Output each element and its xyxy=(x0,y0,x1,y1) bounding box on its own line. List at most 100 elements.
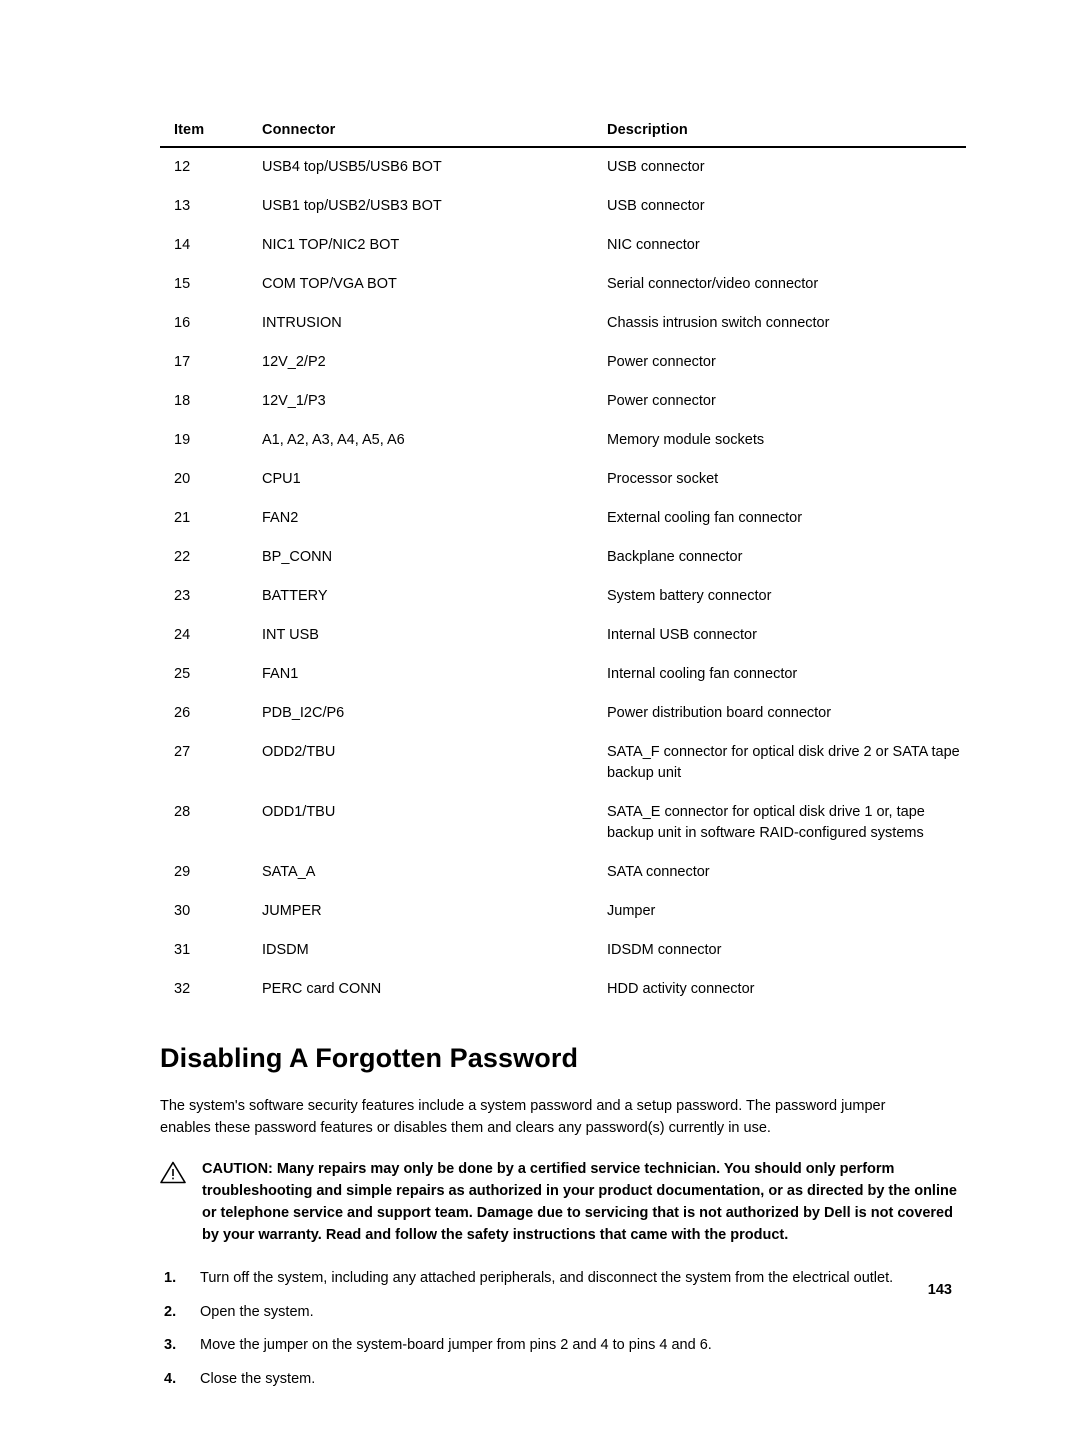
cell-connector: FAN2 xyxy=(262,510,299,527)
table-row: 32 PERC card CONN HDD activity connector xyxy=(160,970,966,1009)
cell-description: Serial connector/video connector xyxy=(607,276,819,293)
step-text: Open the system. xyxy=(200,1303,314,1320)
table-row: 30 JUMPER Jumper xyxy=(160,892,966,931)
cell-item: 15 xyxy=(174,276,191,293)
procedure-steps: 1. Turn off the system, including any att… xyxy=(160,1268,952,1391)
table-row: 31 IDSDM IDSDM connector xyxy=(160,931,966,970)
cell-item: 21 xyxy=(174,510,191,527)
cell-description: HDD activity connector xyxy=(607,981,755,998)
cell-connector: USB1 top/USB2/USB3 BOT xyxy=(262,198,442,215)
table-row: 25 FAN1 Internal cooling fan connector xyxy=(160,655,966,694)
cell-connector: ODD2/TBU xyxy=(262,744,336,761)
cell-connector: SATA_A xyxy=(262,864,316,881)
table-row: 19 A1, A2, A3, A4, A5, A6 Memory module so… xyxy=(160,421,966,460)
page-content: Item Connector Description 12 USB4 top/US… xyxy=(160,118,966,1403)
cell-connector: NIC1 TOP/NIC2 BOT xyxy=(262,237,400,254)
cell-item: 17 xyxy=(174,354,191,371)
cell-connector: PERC card CONN xyxy=(262,981,382,998)
cell-item: 14 xyxy=(174,237,191,254)
cell-item: 32 xyxy=(174,981,191,998)
cell-connector: IDSDM xyxy=(262,942,309,959)
cell-description: Backplane connector xyxy=(607,549,743,566)
table-row: 16 INTRUSION Chassis intrusion switch conn… xyxy=(160,304,966,343)
cell-connector: JUMPER xyxy=(262,903,322,920)
cell-item: 25 xyxy=(174,666,191,683)
cell-item: 30 xyxy=(174,903,191,920)
table-row: 29 SATA_A SATA connector xyxy=(160,853,966,892)
cell-connector: INTRUSION xyxy=(262,315,342,332)
table-row: 12 USB4 top/USB5/USB6 BOT USB connector xyxy=(160,147,966,187)
cell-item: 27 xyxy=(174,744,191,761)
cell-description: Jumper xyxy=(607,903,656,920)
cell-item: 29 xyxy=(174,864,191,881)
cell-description: Chassis intrusion switch connector xyxy=(607,315,830,332)
cell-item: 23 xyxy=(174,588,191,605)
cell-item: 18 xyxy=(174,393,191,410)
table-row: 27 ODD2/TBU SATA_F connector for optical d… xyxy=(160,733,966,793)
step-item: 3. Move the jumper on the system-board ju… xyxy=(160,1335,952,1357)
cell-item: 22 xyxy=(174,549,191,566)
cell-description: Processor socket xyxy=(607,471,719,488)
step-number: 3. xyxy=(164,1337,177,1354)
connector-table: Item Connector Description 12 USB4 top/US… xyxy=(160,118,966,1009)
table-row: 23 BATTERY System battery connector xyxy=(160,577,966,616)
cell-description: USB connector xyxy=(607,198,705,215)
cell-item: 24 xyxy=(174,627,191,644)
cell-connector: 12V_1/P3 xyxy=(262,393,326,410)
cell-item: 28 xyxy=(174,804,191,821)
step-item: 1. Turn off the system, including any att… xyxy=(160,1268,952,1290)
document-page: Item Connector Description 12 USB4 top/US… xyxy=(0,0,1080,1434)
cell-connector: ODD1/TBU xyxy=(262,804,336,821)
caution-block: CAUTION: Many repairs may only be done b… xyxy=(160,1158,962,1246)
cell-description: SATA_E connector for optical disk drive … xyxy=(607,804,925,842)
column-header-description: Description xyxy=(607,118,966,148)
cell-description: SATA connector xyxy=(607,864,710,881)
table-header-row: Item Connector Description xyxy=(160,118,966,148)
step-item: 4. Close the system. xyxy=(160,1369,952,1391)
cell-description: NIC connector xyxy=(607,237,700,254)
cell-description: Power connector xyxy=(607,393,716,410)
table-row: 28 ODD1/TBU SATA_E connector for optical d… xyxy=(160,793,966,853)
cell-item: 26 xyxy=(174,705,191,722)
column-header-item: Item xyxy=(160,118,262,148)
cell-connector: A1, A2, A3, A4, A5, A6 xyxy=(262,432,405,449)
table-row: 22 BP_CONN Backplane connector xyxy=(160,538,966,577)
page-number: 143 xyxy=(927,1282,952,1298)
warning-triangle-icon xyxy=(160,1161,186,1184)
table-row: 21 FAN2 External cooling fan connector xyxy=(160,499,966,538)
cell-description: Internal cooling fan connector xyxy=(607,666,798,683)
step-number: 1. xyxy=(164,1269,177,1286)
table-header: Item Connector Description xyxy=(160,118,966,148)
cell-item: 12 xyxy=(174,159,191,175)
cell-item: 13 xyxy=(174,198,191,215)
cell-connector: 12V_2/P2 xyxy=(262,354,326,371)
step-text: Turn off the system, including any attac… xyxy=(200,1269,894,1286)
page-title: Disabling A Forgotten Password xyxy=(160,1043,579,1074)
cell-connector: CPU1 xyxy=(262,471,301,488)
cell-connector: COM TOP/VGA BOT xyxy=(262,276,397,293)
cell-description: Internal USB connector xyxy=(607,627,757,644)
cell-description: Power distribution board connector xyxy=(607,705,832,722)
cell-connector: BP_CONN xyxy=(262,549,333,566)
cell-item: 31 xyxy=(174,942,191,959)
table-row: 13 USB1 top/USB2/USB3 BOT USB connector xyxy=(160,187,966,226)
step-text: Move the jumper on the system-board jump… xyxy=(200,1337,712,1354)
cell-item: 20 xyxy=(174,471,191,488)
cell-description: Memory module sockets xyxy=(607,432,765,449)
step-item: 2. Open the system. xyxy=(160,1302,952,1324)
table-row: 20 CPU1 Processor socket xyxy=(160,460,966,499)
table-row: 17 12V_2/P2 Power connector xyxy=(160,343,966,382)
cell-item: 19 xyxy=(174,432,191,449)
cell-connector: BATTERY xyxy=(262,588,328,605)
cell-item: 16 xyxy=(174,315,191,332)
caution-text: CAUTION: Many repairs may only be done b… xyxy=(202,1160,957,1243)
table-row: 24 INT USB Internal USB connector xyxy=(160,616,966,655)
cell-connector: FAN1 xyxy=(262,666,299,683)
table-row: 15 COM TOP/VGA BOT Serial connector/video … xyxy=(160,265,966,304)
cell-connector: INT USB xyxy=(262,627,319,644)
cell-description: SATA_F connector for optical disk drive … xyxy=(607,744,960,782)
cell-connector: USB4 top/USB5/USB6 BOT xyxy=(262,159,442,175)
table-row: 18 12V_1/P3 Power connector xyxy=(160,382,966,421)
step-number: 4. xyxy=(164,1371,177,1388)
cell-connector: PDB_I2C/P6 xyxy=(262,705,345,722)
